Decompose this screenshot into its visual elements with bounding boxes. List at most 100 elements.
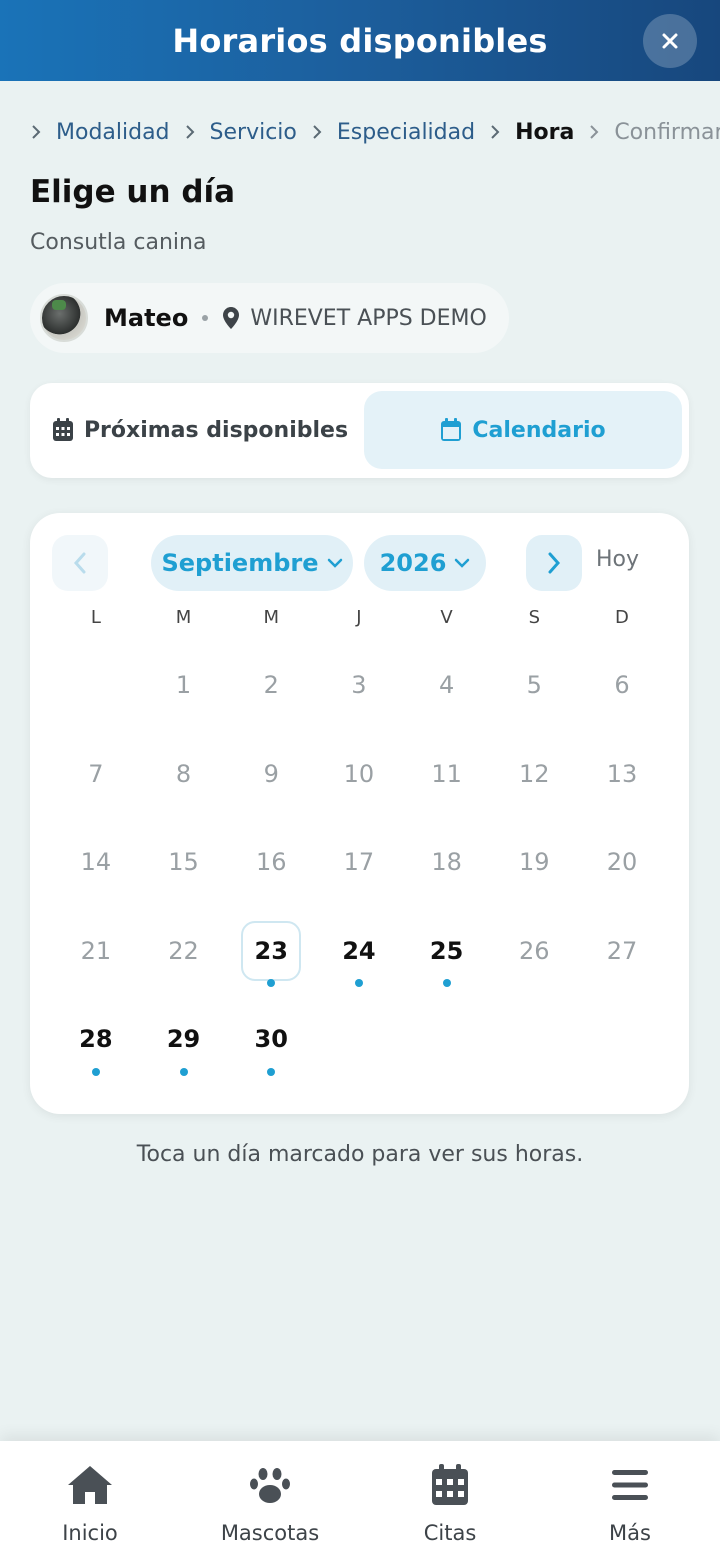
view-tabs: Próximas disponibles Calendario bbox=[30, 383, 689, 478]
calendar-day-available[interactable]: 28 bbox=[52, 995, 140, 1084]
calendar-day-number: 3 bbox=[351, 671, 367, 700]
calendar-day: 2 bbox=[227, 641, 315, 730]
calendar-day-number: 23 bbox=[254, 936, 288, 965]
calendar-day: 26 bbox=[490, 907, 578, 996]
calendar-icon bbox=[440, 418, 462, 442]
calendar-day-available[interactable]: 30 bbox=[227, 995, 315, 1084]
chevron-down-icon bbox=[454, 558, 470, 568]
tab-calendar[interactable]: Calendario bbox=[364, 391, 682, 469]
calendar-day: 27 bbox=[578, 907, 666, 996]
calendar-day-number: 19 bbox=[519, 848, 550, 877]
availability-dot bbox=[442, 979, 451, 987]
calendar-day-available[interactable]: 23 bbox=[227, 907, 315, 996]
clinic-name: WIREVET APPS DEMO bbox=[250, 305, 487, 331]
chevron-right-icon bbox=[548, 552, 561, 574]
calendar-day: 18 bbox=[403, 818, 491, 907]
bottom-navigation: Inicio Mascotas Citas Más bbox=[0, 1441, 720, 1558]
weekday-label: S bbox=[528, 607, 540, 628]
calendar-day-number: 18 bbox=[431, 848, 462, 877]
breadcrumb-servicio[interactable]: Servicio bbox=[210, 120, 297, 145]
chevron-right-icon bbox=[311, 124, 323, 140]
chevron-right-icon bbox=[30, 124, 42, 140]
calendar-day: 11 bbox=[403, 730, 491, 819]
calendar-day: 7 bbox=[52, 730, 140, 819]
calendar-day-number: 6 bbox=[614, 671, 630, 700]
calendar-day-number: 26 bbox=[519, 936, 550, 965]
tab-calendar-label: Calendario bbox=[472, 417, 606, 443]
calendar-day: 3 bbox=[315, 641, 403, 730]
calendar-day-number: 5 bbox=[526, 671, 542, 700]
calendar-day-available[interactable]: 29 bbox=[140, 995, 228, 1084]
chevron-right-icon bbox=[489, 124, 501, 140]
nav-label-mas: Más bbox=[609, 1521, 651, 1545]
weekday-header: L M M J V S D bbox=[52, 607, 666, 635]
calendar-day-number: 8 bbox=[175, 759, 192, 788]
header-title: Horarios disponibles bbox=[172, 21, 548, 60]
month-select[interactable]: Septiembre bbox=[151, 535, 353, 591]
pet-name: Mateo bbox=[104, 304, 189, 332]
calendar-day: 20 bbox=[578, 818, 666, 907]
calendar-day-number: 1 bbox=[175, 671, 192, 700]
nav-item-inicio[interactable]: Inicio bbox=[0, 1441, 180, 1558]
calendar-day: 14 bbox=[52, 818, 140, 907]
calendar-day-number: 25 bbox=[429, 936, 464, 965]
calendar-day-available[interactable]: 25 bbox=[403, 907, 491, 996]
tab-next-available[interactable]: Próximas disponibles bbox=[40, 391, 360, 469]
calendar-icon bbox=[431, 1463, 469, 1507]
calendar-day-number: 9 bbox=[263, 759, 279, 788]
calendar-day-number: 29 bbox=[166, 1025, 201, 1054]
calendar-day-number: 22 bbox=[168, 936, 199, 965]
month-select-value: Septiembre bbox=[161, 549, 319, 577]
availability-dot bbox=[179, 1067, 188, 1076]
calendar-day: 8 bbox=[140, 730, 228, 819]
year-select[interactable]: 2026 bbox=[364, 535, 486, 591]
calendar-day-number: 27 bbox=[606, 936, 638, 965]
next-month-button[interactable] bbox=[526, 535, 582, 591]
pet-clinic-chip: Mateo WIREVET APPS DEMO bbox=[30, 283, 509, 353]
calendar-day: 16 bbox=[227, 818, 315, 907]
weekday-label: M bbox=[175, 607, 192, 628]
calendar-day: 22 bbox=[140, 907, 228, 996]
calendar-day-number: 10 bbox=[343, 759, 375, 788]
calendar-day: 17 bbox=[315, 818, 403, 907]
calendar-day: 1 bbox=[140, 641, 228, 730]
calendar-day-number: 15 bbox=[168, 848, 199, 877]
calendar-day-number: 2 bbox=[263, 671, 279, 700]
tab-next-available-label: Próximas disponibles bbox=[83, 417, 349, 443]
calendar-day-number: 14 bbox=[80, 848, 112, 877]
calendar-day: 13 bbox=[578, 730, 666, 819]
previous-month-button[interactable] bbox=[52, 535, 108, 591]
day-grid: 1 2 3 4 5 6 7 8 9 10 11 12 13 14 15 16 17 18 19 20 21 22 23 24 2… bbox=[52, 641, 666, 1084]
calendar-day: 9 bbox=[227, 730, 315, 819]
weekday-label: L bbox=[90, 607, 101, 628]
calendar-day-number: 30 bbox=[254, 1025, 288, 1054]
calendar-day-number: 20 bbox=[606, 848, 638, 877]
chevron-right-icon bbox=[588, 124, 600, 140]
breadcrumb-especialidad[interactable]: Especialidad bbox=[337, 120, 475, 145]
location-pin-icon bbox=[223, 307, 240, 329]
nav-item-mas[interactable]: Más bbox=[540, 1441, 720, 1558]
calendar-hint: Toca un día marcado para ver sus horas. bbox=[136, 1142, 584, 1167]
close-button[interactable] bbox=[643, 14, 697, 68]
nav-item-citas[interactable]: Citas bbox=[360, 1441, 540, 1558]
calendar-day: 21 bbox=[52, 907, 140, 996]
breadcrumb-hora: Hora bbox=[515, 119, 575, 145]
chevron-down-icon bbox=[327, 558, 343, 568]
today-button[interactable]: Hoy bbox=[596, 547, 639, 572]
weekday-label: J bbox=[356, 607, 362, 628]
paw-icon bbox=[248, 1463, 292, 1507]
nav-item-mascotas[interactable]: Mascotas bbox=[180, 1441, 360, 1558]
calendar-day-available[interactable]: 24 bbox=[315, 907, 403, 996]
calendar-day: 6 bbox=[578, 641, 666, 730]
calendar-day: 19 bbox=[490, 818, 578, 907]
chevron-left-icon bbox=[73, 552, 86, 574]
weekday-label: D bbox=[615, 607, 629, 628]
calendar-day-number: 4 bbox=[438, 671, 455, 700]
menu-icon bbox=[611, 1463, 649, 1507]
breadcrumb-modalidad[interactable]: Modalidad bbox=[56, 120, 170, 145]
app-header: Horarios disponibles bbox=[0, 0, 720, 81]
separator-dot bbox=[202, 315, 209, 321]
weekday-label: M bbox=[263, 607, 279, 628]
calendar-day: 5 bbox=[490, 641, 578, 730]
calendar-grid-icon bbox=[52, 418, 74, 442]
